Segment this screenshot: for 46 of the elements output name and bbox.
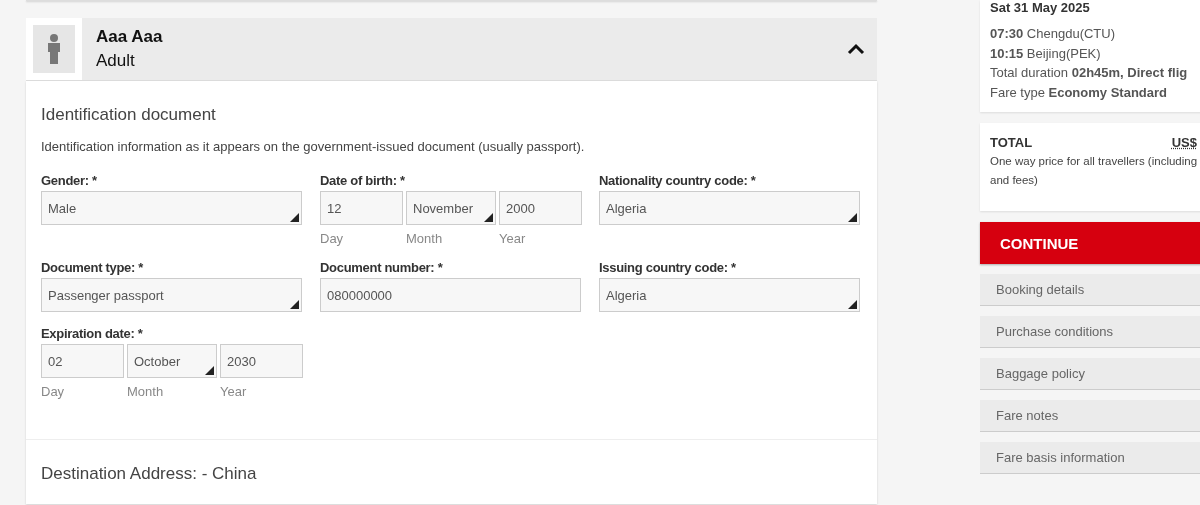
year-field[interactable]: 2030 [220, 344, 303, 378]
select-field[interactable]: Algeria [599, 191, 860, 225]
passenger-type: Adult [96, 50, 136, 72]
accordion-item[interactable]: Baggage policy [980, 358, 1200, 390]
flight-detail: 10:15 Beijing(PEK) [990, 44, 1102, 63]
flight-detail: 07:30 Chengdu(CTU) [990, 25, 1116, 43]
section-description: Identification information as it appears on the government-issued document (usually passport). [40, 139, 586, 154]
accordion-item[interactable]: Booking details [980, 274, 1200, 306]
field-hint: Year [499, 231, 527, 246]
accordion-item[interactable]: Fare notes [980, 400, 1200, 432]
month-select[interactable]: October [127, 344, 217, 378]
passenger-name: Aaa Aaa [96, 26, 164, 48]
accordion-item[interactable]: Fare basis information [980, 442, 1200, 474]
field-hint: Month [127, 384, 165, 399]
day-field[interactable]: 02 [41, 344, 124, 378]
flight-date: Sat 31 May 2025 [990, 0, 1091, 16]
input-field[interactable]: 080000000 [320, 278, 581, 312]
chevron-up-icon[interactable] [847, 43, 865, 55]
field-label: Issuing country code: * [599, 260, 737, 275]
total-note: One way price for all travellers (including and fees) [990, 154, 1199, 188]
select-field[interactable]: Passenger passport [41, 278, 302, 312]
flight-detail: Fare type Economy Standard [990, 83, 1168, 102]
field-hint: Day [320, 231, 345, 246]
field-label: Document type: * [41, 260, 145, 275]
passenger-header[interactable]: Aaa Aaa Adult [26, 18, 877, 81]
field-label: Document number: * [320, 260, 444, 275]
select-field[interactable]: Male [41, 191, 302, 225]
person-icon [46, 34, 62, 64]
total-label: TOTAL [990, 135, 1033, 150]
field-label: Nationality country code: * [599, 173, 757, 188]
section-title: Destination Address: - China [40, 464, 258, 484]
month-select[interactable]: November [406, 191, 496, 225]
day-field[interactable]: 12 [320, 191, 403, 225]
field-label: Date of birth: * [320, 173, 406, 188]
field-label: Expiration date: * [41, 326, 144, 341]
section-title: Identification document [40, 105, 217, 125]
field-hint: Year [220, 384, 248, 399]
field-hint: Month [406, 231, 444, 246]
field-label: Gender: * [41, 173, 98, 188]
select-field[interactable]: Algeria [599, 278, 860, 312]
year-field[interactable]: 2000 [499, 191, 582, 225]
continue-button[interactable]: CONTINUE [980, 222, 1200, 264]
accordion-item[interactable]: Purchase conditions [980, 316, 1200, 348]
field-hint: Day [41, 384, 66, 399]
currency: US$ [1171, 135, 1197, 150]
flight-detail: Total duration 02h45m, Direct flig [990, 64, 1189, 82]
